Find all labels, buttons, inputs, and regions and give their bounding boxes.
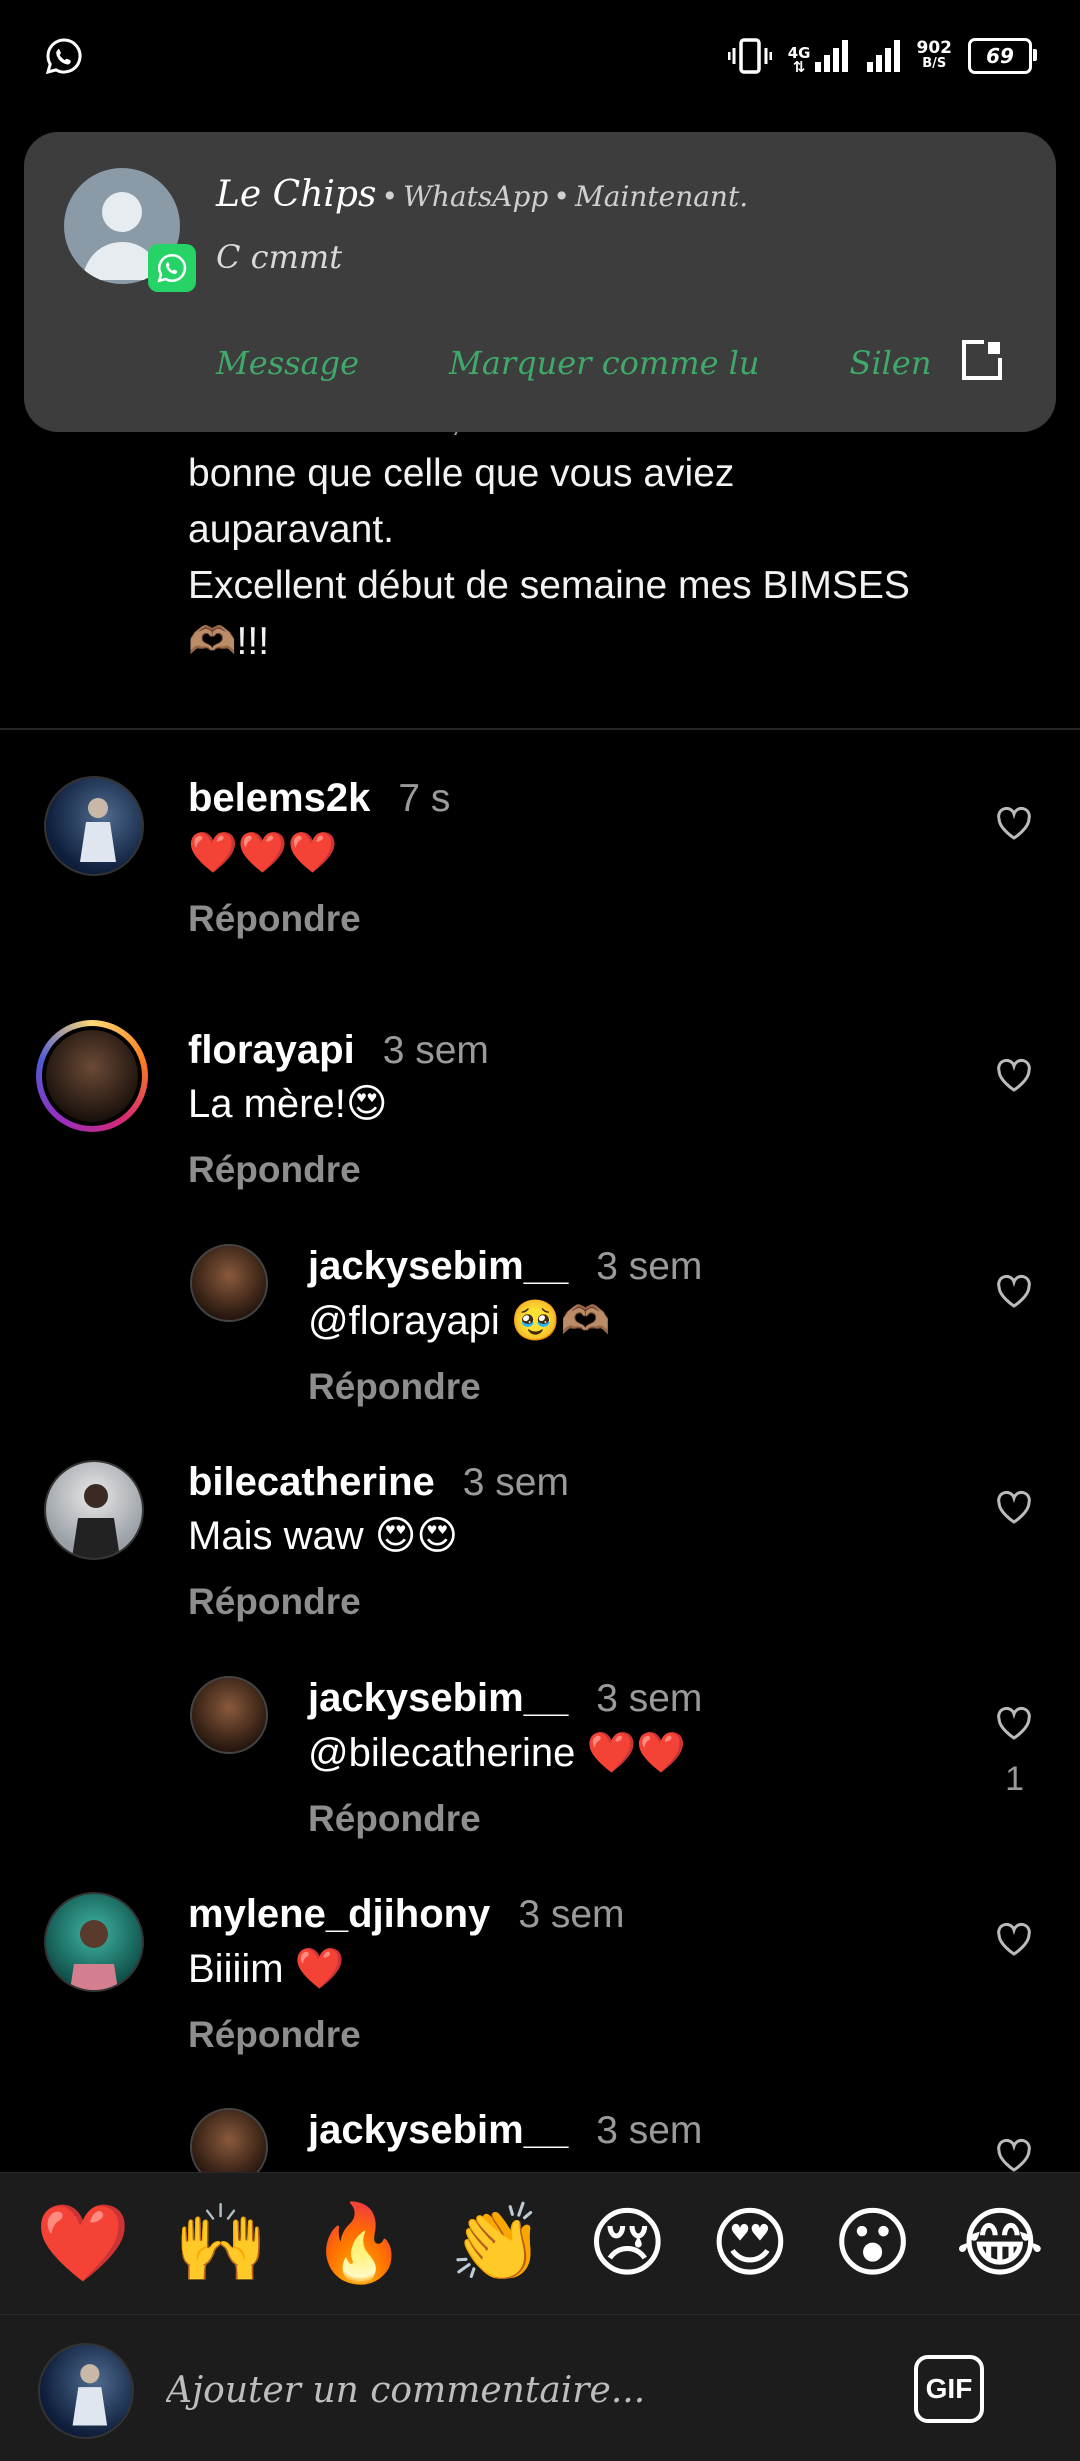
network-speed-unit: B/S [922,56,947,71]
signal-icon [866,40,900,72]
mark-read-action-button[interactable]: Marquer comme lu [449,344,759,382]
avatar[interactable] [44,1892,144,1992]
emoji-laugh-button[interactable]: 😂 [955,2205,1044,2282]
comment-composer: GIF [0,2314,1080,2461]
comment-time: 7 s [398,777,451,820]
silence-action-button[interactable]: Silen [850,344,970,382]
reply-button[interactable]: Répondre [188,1581,569,1623]
avatar[interactable] [44,1460,144,1560]
separator-dot: • [381,180,399,213]
reply-button[interactable]: Répondre [188,898,450,940]
caption-line: 🫶🏽!!! [188,620,270,663]
divider [0,728,1080,730]
notification-text: C cmmt [216,238,343,276]
comment-time: 3 sem [518,1893,625,1936]
whatsapp-badge-icon [148,244,196,292]
heart-icon[interactable] [994,804,1034,844]
avatar[interactable] [36,1020,148,1132]
message-action-button[interactable]: Message [216,344,359,382]
own-avatar [38,2343,134,2439]
comment-username[interactable]: belems2k [188,776,370,821]
separator-dot: • [553,180,570,213]
comment-time: 3 sem [596,1245,703,1288]
comment-text: @florayapi 🥹🫶🏽 [308,1299,611,1343]
emoji-quick-bar: ❤️ 🙌 🔥 👏 😢 😍 😮 😂 [0,2172,1080,2314]
expand-icon[interactable] [960,338,1004,382]
emoji-fire-button[interactable]: 🔥 [312,2205,407,2282]
caption-line: bonne que celle que vous aviez [188,452,735,495]
emoji-heart-button[interactable]: ❤️ [36,2205,131,2282]
caption-line: Excellent début de semaine mes BIMSES [188,564,910,607]
reply-button[interactable]: Répondre [308,1798,702,1840]
heart-icon[interactable] [994,1704,1034,1744]
comment-username[interactable]: jackysebim__ [308,2108,568,2153]
reply-button[interactable]: Répondre [308,1366,702,1408]
heart-icon[interactable] [994,2136,1034,2176]
status-bar: 4G ⇅ 902 B/S 69 [0,0,1080,110]
avatar[interactable] [44,776,144,876]
heart-icon[interactable] [994,1920,1034,1960]
comment-text: Mais waw 😍😍 [188,1514,459,1558]
signal-4g-icon [814,40,848,72]
reply-button[interactable]: Répondre [188,1149,489,1191]
network-speed-value: 902 [916,38,953,58]
comment-text: ❤️❤️❤️ [188,831,338,875]
avatar[interactable] [190,1244,268,1322]
network-speed: 902 B/S [917,40,953,72]
reply-button[interactable]: Répondre [188,2014,625,2056]
emoji-raised-hands-button[interactable]: 🙌 [174,2205,269,2282]
battery-level: 69 [986,44,1014,68]
emoji-cry-button[interactable]: 😢 [588,2205,667,2282]
comment-username[interactable]: jackysebim__ [308,1244,568,1289]
whatsapp-notification[interactable]: Le Chips • WhatsApp • Maintenant. C cmmt… [24,132,1056,432]
comment-username[interactable]: mylene_djihony [188,1892,490,1937]
data-arrows-icon: ⇅ [792,58,806,76]
comment-time: 3 sem [462,1461,569,1504]
notification-time: Maintenant. [575,180,749,213]
emoji-heart-eyes-button[interactable]: 😍 [710,2205,789,2282]
gif-button[interactable]: GIF [914,2355,984,2423]
battery-icon: 69 [968,38,1037,74]
comment-text: Biiiim ❤️ [188,1947,345,1991]
emoji-wow-button[interactable]: 😮 [833,2205,912,2282]
heart-icon[interactable] [994,1056,1034,1096]
network-indicator: 4G ⇅ [788,38,849,76]
vibrate-icon [727,38,772,74]
like-count[interactable]: 1 [1005,1760,1024,1799]
avatar[interactable] [190,1676,268,1754]
post-caption: nouvelle réalité, même si elle est moins… [188,390,1008,670]
comment-username[interactable]: jackysebim__ [308,1676,568,1721]
comment-time: 3 sem [596,1677,703,1720]
heart-icon[interactable] [994,1272,1034,1312]
caption-line: auparavant. [188,508,394,551]
comment-username[interactable]: florayapi [188,1028,355,1073]
comment-input[interactable] [164,2359,868,2421]
emoji-clap-button[interactable]: 👏 [450,2205,545,2282]
comment-time: 3 sem [596,2109,703,2152]
notification-app: WhatsApp [403,180,549,213]
heart-icon[interactable] [994,1488,1034,1528]
notification-title: Le Chips [216,174,377,215]
comment-text: La mère!😍 [188,1082,388,1126]
comment-username[interactable]: bilecatherine [188,1460,435,1505]
comment-time: 3 sem [382,1029,489,1072]
whatsapp-icon [45,38,82,75]
comment-text: @bilecatherine ❤️❤️ [308,1731,687,1775]
